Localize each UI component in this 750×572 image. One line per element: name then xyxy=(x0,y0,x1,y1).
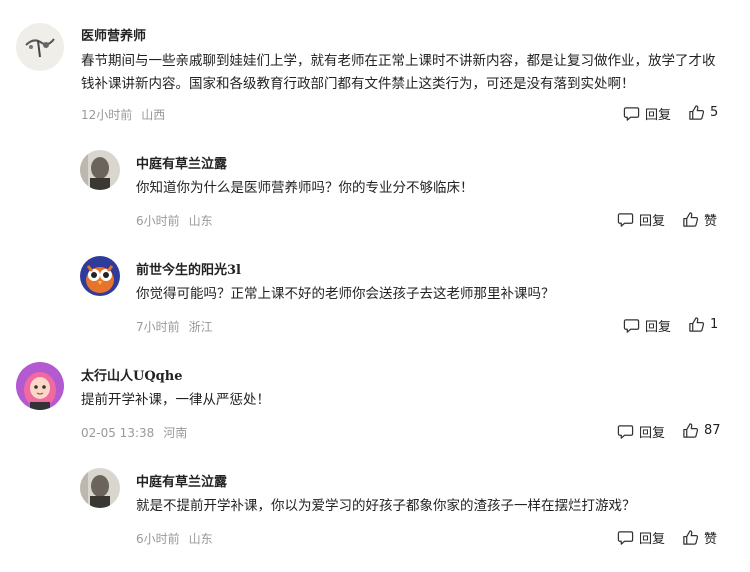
location: 山东 xyxy=(188,214,213,228)
location: 山西 xyxy=(141,108,166,122)
reply-label: 回复 xyxy=(645,320,672,335)
avatar-image xyxy=(80,468,120,508)
reply-label: 回复 xyxy=(645,108,672,123)
location: 浙江 xyxy=(188,320,213,334)
reply-label: 回复 xyxy=(639,214,666,229)
reply-button[interactable]: 回复 xyxy=(617,210,665,229)
comment-text: 你觉得可能吗？正常上课不好的老师你会送孩子去这老师那里补课吗？ xyxy=(136,286,555,302)
avatar-image xyxy=(80,150,120,190)
location: 山东 xyxy=(188,532,213,546)
reply-button[interactable]: 回复 xyxy=(617,422,665,441)
speech-bubble-icon xyxy=(617,425,634,439)
avatar[interactable] xyxy=(80,468,120,508)
avatar[interactable] xyxy=(16,362,64,410)
speech-bubble-icon xyxy=(623,107,640,121)
thumbs-up-icon xyxy=(683,423,699,438)
like-count: 5 xyxy=(710,105,719,120)
comment-text: 提前开学补课，一律从严惩处！ xyxy=(81,392,270,408)
comment-text: 就是不提前开学补课，你以为爱学习的好孩子都象你家的渣孩子一样在摆烂打游戏？ xyxy=(136,498,636,514)
like-count: 1 xyxy=(710,317,719,332)
reply-button[interactable]: 回复 xyxy=(623,316,671,335)
comment-meta: 6小时前 山东 xyxy=(136,212,222,229)
avatar[interactable] xyxy=(80,256,120,296)
like-button[interactable]: 1 xyxy=(688,316,718,333)
comment-meta: 6小时前 山东 xyxy=(136,530,222,547)
avatar[interactable] xyxy=(80,150,120,190)
reply-label: 回复 xyxy=(639,426,666,441)
avatar-image xyxy=(16,362,64,410)
username[interactable]: 前世今生的阳光3l xyxy=(136,259,241,278)
thumbs-up-icon xyxy=(683,212,699,227)
like-button[interactable]: 87 xyxy=(682,422,721,439)
comment-meta: 12小时前 山西 xyxy=(81,106,174,123)
like-count: 赞 xyxy=(704,214,718,229)
location: 河南 xyxy=(163,426,188,440)
like-button[interactable]: 赞 xyxy=(682,210,717,229)
username[interactable]: 医师营养师 xyxy=(81,25,146,44)
thumbs-up-icon xyxy=(683,530,699,545)
timestamp: 12小时前 xyxy=(81,108,133,122)
timestamp: 02-05 13:38 xyxy=(81,426,155,440)
reply-button[interactable]: 回复 xyxy=(617,528,665,547)
username[interactable]: 太行山人UQqhe xyxy=(81,365,182,384)
speech-bubble-icon xyxy=(617,531,634,545)
reply-label: 回复 xyxy=(639,532,666,547)
comment-meta: 02-05 13:38 河南 xyxy=(81,424,196,441)
like-button[interactable]: 赞 xyxy=(682,528,717,547)
timestamp: 6小时前 xyxy=(136,532,180,546)
like-button[interactable]: 5 xyxy=(688,104,718,121)
speech-bubble-icon xyxy=(623,319,640,333)
comment-text: 你知道你为什么是医师营养师吗？你的专业分不够临床！ xyxy=(136,180,474,196)
like-count: 87 xyxy=(704,423,721,438)
thumbs-up-icon xyxy=(689,105,705,120)
like-count: 赞 xyxy=(704,532,718,547)
timestamp: 7小时前 xyxy=(136,320,180,334)
speech-bubble-icon xyxy=(617,213,634,227)
comment-text: 春节期间与一些亲戚聊到娃娃们上学，就有老师在正常上课时不讲新内容，都是让复习做作… xyxy=(81,53,716,92)
owl-avatar-image xyxy=(80,256,120,296)
avatar[interactable] xyxy=(16,23,64,71)
avatar-image xyxy=(16,23,64,71)
username[interactable]: 中庭有草兰泣露 xyxy=(136,153,227,172)
thumbs-up-icon xyxy=(689,317,705,332)
timestamp: 6小时前 xyxy=(136,214,180,228)
username[interactable]: 中庭有草兰泣露 xyxy=(136,471,227,490)
reply-button[interactable]: 回复 xyxy=(623,104,671,123)
comment-meta: 7小时前 浙江 xyxy=(136,318,222,335)
